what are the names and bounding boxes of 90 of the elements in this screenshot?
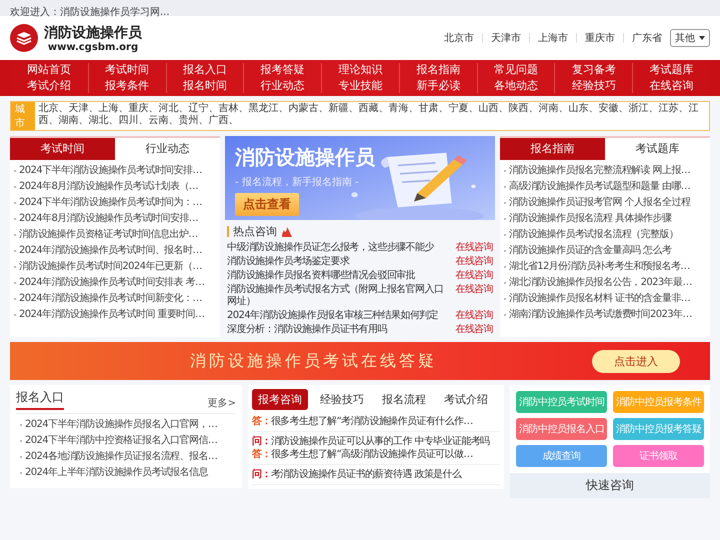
- qa-text[interactable]: 考消防设施操作员证书的薪资待遇 政策是什么: [270, 468, 462, 481]
- nav-link[interactable]: 各地动态: [494, 79, 538, 93]
- news-link[interactable]: 消防设施操作员证报考官网 个人报名全过程: [509, 197, 690, 209]
- hot-link[interactable]: 2024年消防设施操作员报名审核三种结果如何判定: [227, 310, 438, 322]
- news-link[interactable]: 2024年消防设施操作员考试时间、报名时…: [19, 245, 202, 257]
- news-link[interactable]: 湖北消防设施操作员报名公告，2023年最…: [509, 277, 692, 289]
- enter-button[interactable]: 点击进入: [592, 350, 680, 372]
- nav-link[interactable]: 考试介绍: [26, 79, 71, 93]
- news-link[interactable]: 消防设施操作员资格证考试时间信息出炉…: [19, 229, 198, 241]
- city-link[interactable]: 北京市: [444, 31, 474, 45]
- news-link[interactable]: 消防设施操作员证的含金量高吗 怎么考: [509, 245, 672, 257]
- news-link[interactable]: 2024年消防设施操作员考试时间安排表 考…: [19, 277, 204, 289]
- news-link[interactable]: 消防设施操作员报名流程 具体操作步骤: [509, 213, 672, 225]
- nav-link[interactable]: 复习备考: [572, 63, 616, 77]
- banner-title: 消防设施操作员: [235, 144, 375, 171]
- nav-link[interactable]: 常见问题: [494, 63, 538, 77]
- books-logo-icon: [10, 24, 38, 52]
- nav-link[interactable]: 报考条件: [105, 79, 150, 93]
- banner-subtitle: - 报名流程，新手报名指南 -: [235, 176, 359, 189]
- flame-icon: [281, 226, 293, 236]
- hot-link[interactable]: 消防设施操作员考场鉴定要求: [227, 256, 350, 268]
- news-link[interactable]: 2024年8月消防设施操作员考试计划表（…: [19, 181, 198, 193]
- hot-link[interactable]: 深度分析：消防设施操作员证书有用吗: [227, 324, 387, 336]
- panel-tab[interactable]: 报名指南: [500, 138, 605, 160]
- qa-tab[interactable]: 报考咨询: [252, 389, 308, 410]
- promo-title: 消防设施操作员考试在线答疑: [190, 350, 437, 372]
- qa-tab[interactable]: 报名流程: [376, 389, 432, 410]
- nav-link[interactable]: 行业动态: [260, 79, 305, 93]
- news-link[interactable]: 2024年消防设施操作员考试时间 重要时间…: [19, 309, 204, 321]
- hot-link[interactable]: 消防设施操作员报名资料哪些情况会驳回审批: [227, 270, 416, 282]
- qa-marker: 问：: [252, 468, 271, 481]
- nav-link[interactable]: 在线咨询: [650, 79, 694, 93]
- consult-title: 快速咨询: [586, 478, 634, 492]
- news-link[interactable]: 2024各地消防设施操作员证报名流程、报名…: [25, 451, 218, 463]
- section-title: 热点咨询: [233, 224, 277, 239]
- news-link[interactable]: 消防设施操作员考试时间2024年已更新（…: [19, 261, 202, 273]
- site-name: 消防设施操作员: [44, 24, 142, 42]
- qa-text[interactable]: 消防设施操作员证可以从事的工作 中专毕业证能考吗: [270, 435, 490, 448]
- qa-marker: 问：: [252, 435, 271, 448]
- city-link[interactable]: 天津市: [491, 31, 521, 45]
- city-select[interactable]: 其他: [670, 29, 710, 47]
- news-link[interactable]: 2024下半年消防设施操作员考试时间安排…: [19, 165, 202, 177]
- city-link[interactable]: 重庆市: [585, 31, 615, 45]
- consult-link[interactable]: 在线咨询: [455, 256, 493, 268]
- news-link[interactable]: 2024下半年消防设施操作员报名入口官网，…: [25, 419, 218, 431]
- qa-tab[interactable]: 经验技巧: [314, 389, 370, 410]
- qa-text[interactable]: 很多考生想了解“考消防设施操作员证有什么作…: [270, 415, 473, 428]
- nav-link[interactable]: 新手必读: [416, 79, 460, 93]
- news-link[interactable]: 2024年8月消防设施操作员考试时间安排…: [19, 213, 198, 225]
- consult-link[interactable]: 在线咨询: [455, 324, 493, 336]
- news-link[interactable]: 2024年消防设施操作员考试时间新变化：…: [19, 293, 202, 305]
- hot-link[interactable]: 中级消防设施操作员证怎么报考，这些步骤不能少: [227, 242, 434, 254]
- news-link[interactable]: 2024下半年消防中控资格证报名入口官网信…: [25, 435, 218, 447]
- news-link[interactable]: 2024下半年消防设施操作员考试时间为：…: [19, 197, 202, 209]
- news-link[interactable]: 湖北省12月份消防员补考考生和预报名考…: [509, 261, 690, 273]
- qa-marker: 答：: [252, 448, 271, 461]
- news-link[interactable]: 消防设施操作员报名材料 证书的含金量非…: [509, 293, 690, 305]
- nav-link[interactable]: 理论知识: [338, 63, 382, 77]
- city-label: 城市: [11, 102, 34, 130]
- qa-marker: 答：: [252, 415, 271, 428]
- consult-link[interactable]: 在线咨询: [455, 270, 493, 282]
- nav-link[interactable]: 报考答疑: [260, 63, 305, 77]
- news-link[interactable]: 高级消防设施操作员考试题型和题量 由哪…: [509, 181, 690, 193]
- nav-link[interactable]: 报名入口: [182, 63, 227, 77]
- consult-link[interactable]: 在线咨询: [455, 310, 493, 322]
- nav-link[interactable]: 考试时间: [105, 63, 150, 77]
- panel-tab[interactable]: 考试时间: [10, 138, 115, 160]
- qa-tab[interactable]: 考试介绍: [438, 389, 494, 410]
- site-url: www.cgsbm.org: [48, 42, 138, 52]
- nav-link[interactable]: 考试题库: [650, 63, 694, 77]
- card-title: 报名入口: [16, 389, 64, 410]
- news-link[interactable]: 消防设施操作员报名完整流程解读 网上报…: [509, 165, 690, 177]
- nav-link[interactable]: 报名指南: [416, 63, 460, 77]
- city-link[interactable]: 上海市: [538, 31, 568, 45]
- city-list[interactable]: 北京、天津、上海、重庆、河北、辽宁、吉林、黑龙江、内蒙古、新疆、西藏、青海、甘肃、宁夏、山西、陕西、河南、山东、安徽、浙江、江苏、江西、湖南、湖北、四川、云南、贵州、广西、: [34, 102, 709, 130]
- nav-link[interactable]: 专业技能: [338, 79, 382, 93]
- caret-icon: [699, 36, 705, 40]
- welcome-text: 欢迎进入：消防设施操作员学习网...: [10, 7, 170, 18]
- qa-text[interactable]: 很多考生想了解“高级消防设施操作员证可以做…: [270, 448, 473, 461]
- news-link[interactable]: 2024年上半年消防设施操作员考试报名信息: [25, 467, 208, 479]
- more-link[interactable]: 更多>: [208, 396, 236, 410]
- news-link[interactable]: 湖南消防设施操作员考试缴费时间2023年…: [509, 309, 692, 321]
- nav-link[interactable]: 网站首页: [26, 63, 71, 77]
- consult-link[interactable]: 在线咨询: [455, 242, 493, 254]
- consult-link[interactable]: 在线咨询: [455, 284, 493, 308]
- nav-link[interactable]: 经验技巧: [572, 79, 616, 93]
- nav-link[interactable]: 报名时间: [182, 79, 227, 93]
- hot-link[interactable]: 消防设施操作员考试报名方式（附网上报名官网入口网址）: [227, 284, 452, 308]
- news-link[interactable]: 消防设施操作员考试报名流程（完整版）: [509, 229, 678, 241]
- city-link[interactable]: 广东省: [632, 31, 662, 45]
